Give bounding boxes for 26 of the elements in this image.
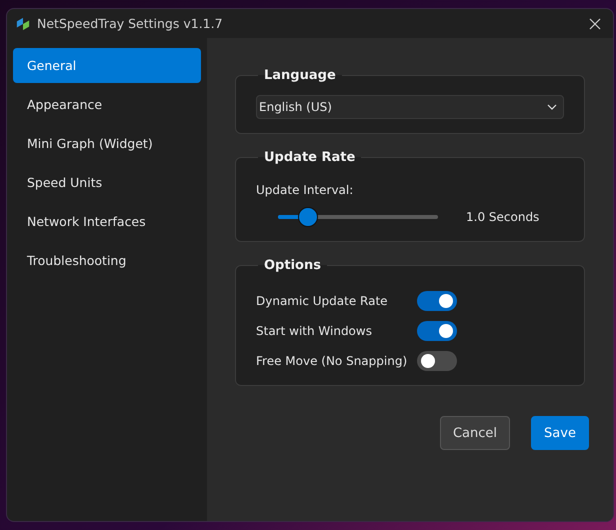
chevron-down-icon (547, 104, 557, 110)
app-logo-icon (16, 16, 30, 30)
update-interval-slider[interactable] (278, 207, 438, 227)
close-icon[interactable] (589, 18, 601, 30)
option-label: Dynamic Update Rate (256, 294, 389, 308)
option-label: Start with Windows (256, 324, 373, 338)
sidebar-item[interactable]: General (13, 48, 201, 83)
interval-reading: 1.0 Seconds (466, 210, 540, 224)
sidebar-item[interactable]: Troubleshooting (13, 243, 201, 278)
group-title: Update Rate (263, 150, 356, 165)
cancel-button[interactable]: Cancel (440, 416, 510, 450)
sidebar-item[interactable]: Speed Units (13, 165, 201, 200)
language-dropdown[interactable]: English (US) (256, 95, 564, 119)
toggle-switch[interactable] (417, 291, 458, 311)
sidebar-item[interactable]: Network Interfaces (13, 204, 201, 239)
sidebar-item[interactable]: Appearance (13, 87, 201, 122)
group-title: Options (263, 258, 322, 273)
sidebar-item[interactable]: Mini Graph (Widget) (13, 126, 201, 161)
toggle-switch[interactable] (417, 351, 458, 371)
update-interval-label: Update Interval: (256, 183, 354, 197)
toggle-switch[interactable] (417, 321, 458, 341)
group-title: Language (263, 68, 337, 83)
save-button[interactable]: Save (531, 416, 589, 450)
slider-thumb[interactable] (298, 207, 318, 227)
window-title: NetSpeedTray Settings v1.1.7 (37, 16, 224, 31)
option-label: Free Move (No Snapping) (256, 354, 408, 368)
